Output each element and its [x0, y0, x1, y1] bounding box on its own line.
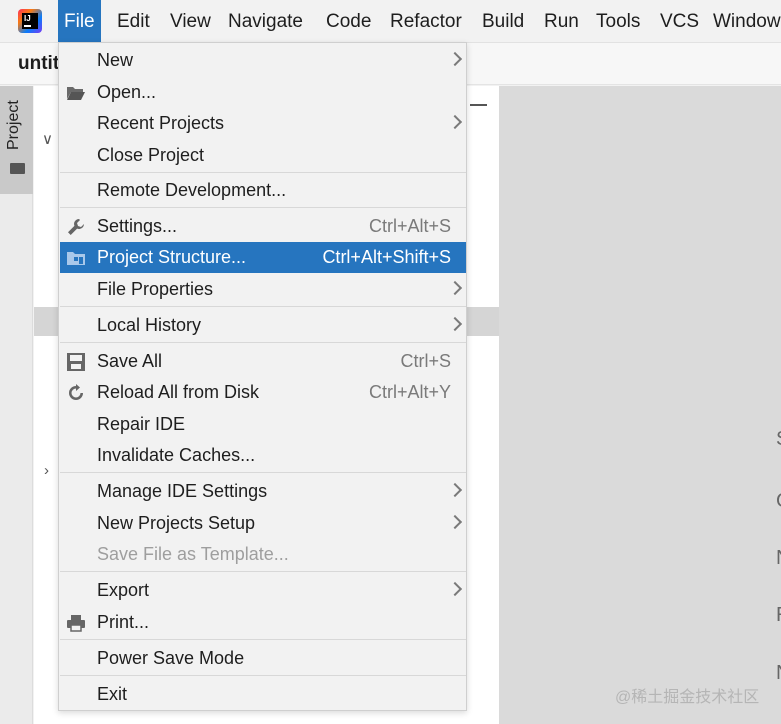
menu-item-manage-ide-settings[interactable]: Manage IDE Settings — [60, 476, 466, 507]
watermark: @稀土掘金技术社区 — [615, 689, 760, 706]
menu-item-print[interactable]: Print... — [60, 607, 466, 638]
reload-icon — [69, 384, 83, 400]
menu-item-remote-development[interactable]: Remote Development... — [60, 175, 466, 206]
menu-window[interactable]: Window — [707, 0, 781, 43]
submenu-arrow-icon — [447, 114, 463, 130]
menu-navigate[interactable]: Navigate — [222, 0, 309, 43]
menu-item-file-properties[interactable]: File Properties — [60, 274, 466, 305]
intellij-logo-icon[interactable]: IJ — [18, 9, 42, 33]
editor-edge-text: N — [776, 547, 781, 570]
menu-item-export[interactable]: Export — [60, 575, 466, 606]
menu-view[interactable]: View — [164, 0, 217, 43]
project-tool-tab-label: Project — [5, 100, 22, 150]
menu-item-shortcut: Ctrl+Alt+Y — [368, 382, 451, 402]
menu-item-label: Remote Development... — [97, 180, 287, 200]
menu-refactor[interactable]: Refactor — [384, 0, 468, 43]
menu-item-save-all[interactable]: Save All Ctrl+S — [60, 346, 466, 377]
menu-separator — [60, 172, 466, 173]
menu-separator — [60, 675, 466, 676]
editor-edge-text: R — [776, 604, 781, 627]
menu-separator — [60, 571, 466, 572]
menu-item-label: Recent Projects — [97, 113, 225, 133]
menu-item-reload-all[interactable]: Reload All from Disk Ctrl+Alt+Y — [60, 377, 466, 408]
menu-run[interactable]: Run — [538, 0, 585, 43]
menu-build[interactable]: Build — [476, 0, 530, 43]
menu-bar: IJ File Edit View Navigate Code Refactor… — [0, 0, 781, 43]
menu-item-invalidate-caches[interactable]: Invalidate Caches... — [60, 440, 466, 471]
editor-edge-text: G — [776, 490, 781, 513]
menu-separator — [60, 306, 466, 307]
menu-item-recent-projects[interactable]: Recent Projects — [60, 108, 466, 139]
menu-item-label: Power Save Mode — [97, 648, 245, 668]
menu-vcs[interactable]: VCS — [654, 0, 705, 43]
menu-item-shortcut: Ctrl+Alt+Shift+S — [322, 247, 451, 267]
menu-item-shortcut: Ctrl+S — [400, 351, 451, 371]
menu-item-label: Save All — [97, 351, 163, 371]
wrench-icon — [68, 219, 84, 235]
menu-item-repair-ide[interactable]: Repair IDE — [60, 409, 466, 440]
menu-edit[interactable]: Edit — [111, 0, 156, 43]
menu-item-project-structure[interactable]: Project Structure... Ctrl+Alt+Shift+S — [60, 242, 466, 273]
menu-file[interactable]: File — [58, 0, 101, 43]
project-structure-icon — [67, 252, 85, 265]
save-icon — [67, 353, 85, 371]
menu-item-exit[interactable]: Exit — [60, 679, 466, 710]
menu-item-shortcut: Ctrl+Alt+S — [368, 216, 451, 236]
chevron-down-icon[interactable]: ∨ — [42, 130, 53, 148]
folder-icon — [10, 163, 25, 174]
menu-item-label: Reload All from Disk — [97, 382, 260, 402]
menu-item-label: Close Project — [97, 145, 205, 165]
menu-item-label: New Projects Setup — [97, 513, 256, 533]
menu-item-local-history[interactable]: Local History — [60, 310, 466, 341]
printer-icon — [67, 615, 85, 632]
menu-item-new[interactable]: New — [60, 45, 466, 76]
submenu-arrow-icon — [447, 51, 463, 67]
file-menu-dropdown: New Open... Recent Projects Close Projec… — [58, 42, 467, 711]
menu-tools[interactable]: Tools — [590, 0, 646, 43]
menu-separator — [60, 342, 466, 343]
menu-item-label: Save File as Template... — [97, 544, 289, 564]
submenu-arrow-icon — [447, 280, 463, 296]
submenu-arrow-icon — [447, 482, 463, 498]
menu-item-label: Open... — [97, 82, 157, 102]
menu-item-save-file-as-template: Save File as Template... — [60, 539, 466, 570]
minimize-icon[interactable] — [470, 104, 487, 106]
menu-separator — [60, 207, 466, 208]
menu-item-power-save-mode[interactable]: Power Save Mode — [60, 643, 466, 674]
menu-separator — [60, 472, 466, 473]
menu-item-settings[interactable]: Settings... Ctrl+Alt+S — [60, 211, 466, 242]
project-name[interactable]: untit — [18, 53, 59, 75]
menu-item-label: File Properties — [97, 279, 214, 299]
editor-edge-text: S — [776, 428, 781, 451]
submenu-arrow-icon — [447, 514, 463, 530]
submenu-arrow-icon — [447, 316, 463, 332]
chevron-right-icon[interactable]: › — [44, 462, 49, 479]
menu-item-new-projects-setup[interactable]: New Projects Setup — [60, 508, 466, 539]
menu-item-label: Settings... — [97, 216, 178, 236]
menu-item-label: Print... — [97, 612, 150, 632]
editor-area — [499, 86, 781, 724]
menu-item-close-project[interactable]: Close Project — [60, 140, 466, 171]
menu-item-label: Exit — [97, 684, 128, 704]
menu-item-label: Invalidate Caches... — [97, 445, 256, 465]
menu-item-label: Project Structure... — [97, 247, 247, 267]
editor-edge-text: N — [776, 662, 781, 685]
menu-item-label: New — [97, 50, 134, 70]
submenu-arrow-icon — [447, 581, 463, 597]
menu-separator — [60, 639, 466, 640]
menu-item-label: Local History — [97, 315, 202, 335]
menu-item-label: Export — [97, 580, 150, 600]
menu-item-open[interactable]: Open... — [60, 77, 466, 108]
menu-item-label: Repair IDE — [97, 414, 186, 434]
menu-code[interactable]: Code — [320, 0, 377, 43]
menu-item-label: Manage IDE Settings — [97, 481, 268, 501]
folder-open-icon — [67, 87, 85, 100]
